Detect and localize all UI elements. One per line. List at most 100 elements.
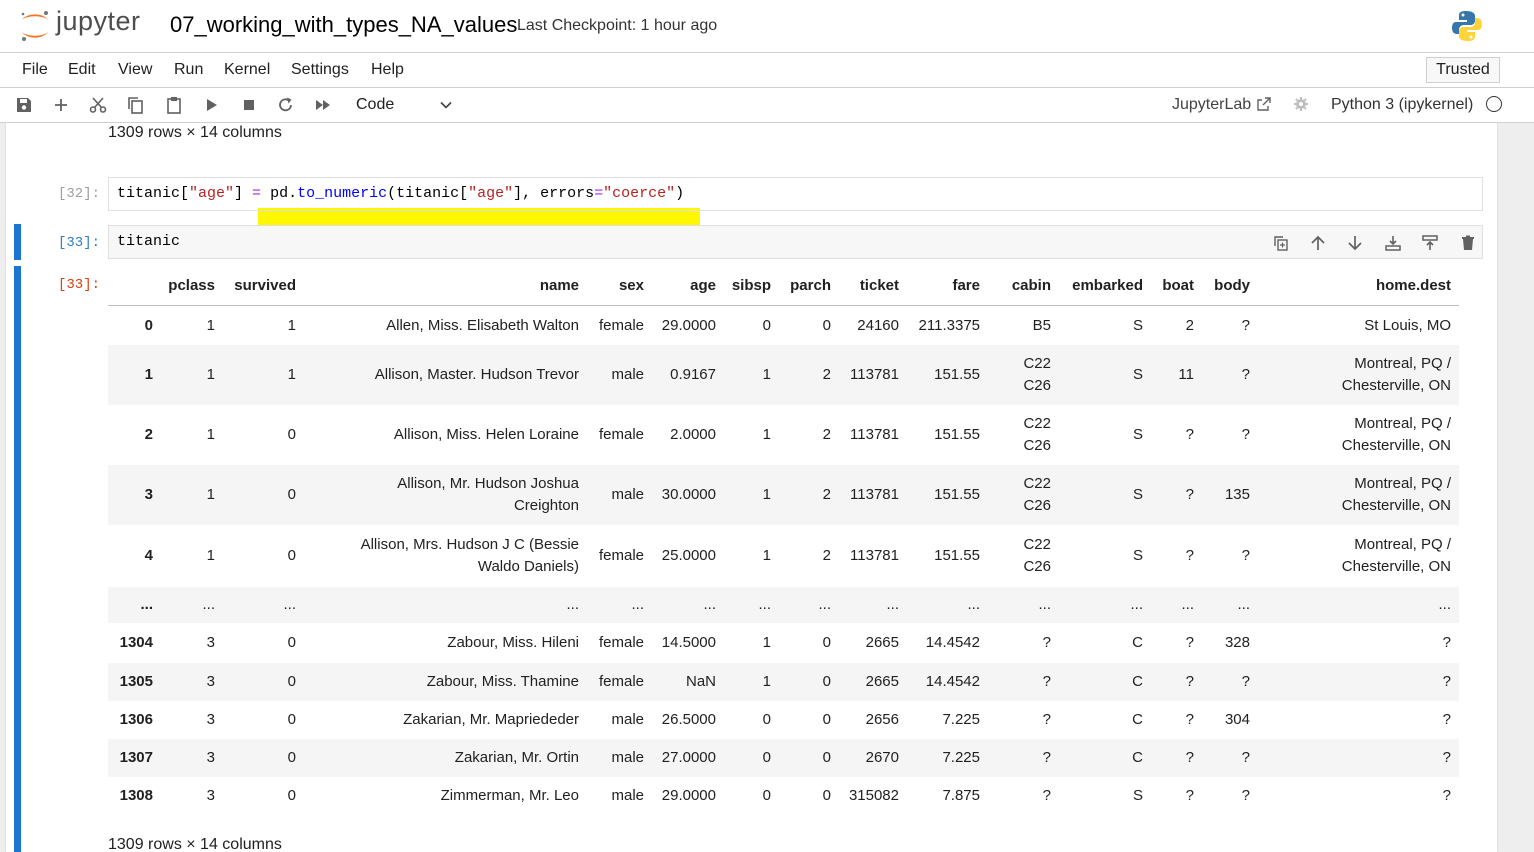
column-header-name: name <box>539 277 579 294</box>
cell-body: ? <box>1197 345 1250 405</box>
copy-icon[interactable] <box>125 95 145 115</box>
cell-index: 4 <box>108 525 153 587</box>
name-value: Zakarian, Mr. Ortin <box>454 749 579 766</box>
move-up-icon[interactable] <box>1309 234 1327 252</box>
sibsp-value: 0 <box>762 317 771 334</box>
cell-embarked: S <box>1054 405 1143 465</box>
save-icon[interactable] <box>14 95 34 115</box>
table-header-row: pclass survived name sex age sibsp parch ticket… <box>108 273 1459 299</box>
cell-name: Allison, Mr. Hudson Joshua Creighton <box>300 465 579 525</box>
jupyter-logo-icon[interactable] <box>18 8 52 44</box>
stop-icon[interactable] <box>239 95 259 115</box>
duplicate-cell-icon[interactable] <box>1272 234 1290 252</box>
ticket-value: ... <box>886 596 899 613</box>
cell-33-prompt: [33]: <box>57 235 100 251</box>
add-cell-icon[interactable] <box>51 95 71 115</box>
menu-edit[interactable]: Edit <box>68 61 96 79</box>
table-row: 1306 3 0 Zakarian, Mr. Mapriededer male 26.50… <box>108 701 1459 739</box>
cell-ticket: 2670 <box>834 739 899 777</box>
menu-settings[interactable]: Settings <box>291 61 349 79</box>
index-value: 2 <box>144 426 153 443</box>
cell-survived: 0 <box>218 623 296 663</box>
fast-forward-icon[interactable] <box>313 95 333 115</box>
cell-embarked: C <box>1054 739 1143 777</box>
cell-sibsp: 0 <box>719 701 771 739</box>
insert-below-icon[interactable] <box>1384 234 1402 252</box>
cell-pclass: 1 <box>156 345 215 405</box>
survived-value: 1 <box>287 366 296 383</box>
name-value: Allison, Mr. Hudson Joshua Creighton <box>397 475 579 514</box>
header-divider <box>108 305 1459 306</box>
body-value: ? <box>1241 787 1250 804</box>
menu-kernel[interactable]: Kernel <box>224 61 270 79</box>
code-cell-33[interactable]: titanic <box>108 225 1483 259</box>
sibsp-value: 1 <box>762 486 771 503</box>
code-cell-32[interactable]: titanic["age"] = pd.to_numeric(titanic["… <box>108 177 1483 211</box>
cell-embarked: ... <box>1054 587 1143 623</box>
chevron-down-icon[interactable] <box>438 97 454 113</box>
cell-body: 135 <box>1197 465 1250 525</box>
age-value: 14.5000 <box>661 634 716 651</box>
notebook-title[interactable]: 07_working_with_types_NA_values <box>170 12 517 38</box>
column-header-sibsp: sibsp <box>731 277 771 294</box>
cabin-value: C22 C26 <box>1023 415 1051 454</box>
delete-cell-icon[interactable] <box>1459 234 1477 252</box>
external-link-icon[interactable] <box>1256 96 1272 112</box>
trusted-indicator[interactable]: Trusted <box>1426 57 1500 83</box>
insert-above-icon[interactable] <box>1421 234 1439 252</box>
cell-parch: 2 <box>774 465 831 525</box>
paste-icon[interactable] <box>164 95 184 115</box>
cell-age: 14.5000 <box>647 623 716 663</box>
cell-parch: 0 <box>774 701 831 739</box>
cell-body: ? <box>1197 405 1250 465</box>
gear-icon[interactable] <box>1293 96 1309 112</box>
cell-body: ? <box>1197 525 1250 587</box>
cell-home-dest: ? <box>1253 777 1451 815</box>
parch-value: 0 <box>822 787 831 804</box>
boat-value: ? <box>1185 749 1194 766</box>
cell-home-dest: Montreal, PQ / Chesterville, ON <box>1253 525 1451 587</box>
table-row: 1307 3 0 Zakarian, Mr. Ortin male 27.0000 0 0 26… <box>108 739 1459 777</box>
cell-type-select[interactable]: Code <box>356 96 394 114</box>
notebook-area[interactable]: 1309 rows × 14 columns [32]: titanic["ag… <box>0 123 1534 852</box>
cell-sex: male <box>582 739 644 777</box>
boat-value: ? <box>1185 673 1194 690</box>
cell-ticket: 113781 <box>834 345 899 405</box>
cell-pclass: 1 <box>156 307 215 345</box>
sibsp-value: 1 <box>762 673 771 690</box>
kernel-name[interactable]: Python 3 (ipykernel) <box>1331 96 1473 114</box>
age-value: 27.0000 <box>661 749 716 766</box>
cell-home-dest: Montreal, PQ / Chesterville, ON <box>1253 465 1451 525</box>
sibsp-value: 1 <box>762 634 771 651</box>
cell-boat: ? <box>1146 465 1194 525</box>
column-header-index <box>108 273 153 299</box>
menu-help[interactable]: Help <box>371 61 404 79</box>
jupyterlab-link[interactable]: JupyterLab <box>1172 96 1251 114</box>
move-down-icon[interactable] <box>1346 234 1364 252</box>
cell-ticket: 24160 <box>834 307 899 345</box>
cell-home-dest: ... <box>1253 587 1451 623</box>
menu-run[interactable]: Run <box>174 61 203 79</box>
run-icon[interactable] <box>201 95 221 115</box>
age-value: NaN <box>685 673 716 690</box>
last-checkpoint: Last Checkpoint: 1 hour ago <box>517 17 718 34</box>
cell-fare: 7.875 <box>902 777 980 815</box>
restart-icon[interactable] <box>276 95 296 115</box>
cell-sibsp: 1 <box>719 345 771 405</box>
cell-sex: ... <box>582 587 644 623</box>
cell-survived: 1 <box>218 345 296 405</box>
embarked-value: C <box>1132 634 1143 651</box>
menu-view[interactable]: View <box>118 61 152 79</box>
cabin-value: C22 C26 <box>1023 536 1051 575</box>
home-dest-value: ? <box>1442 749 1451 766</box>
name-value: Zakarian, Mr. Mapriededer <box>403 711 579 728</box>
cut-icon[interactable] <box>88 95 108 115</box>
boat-value: 2 <box>1185 317 1194 334</box>
notebook-toolbar: Code JupyterLab Python 3 (ipykernel) <box>0 88 1534 123</box>
cell-boat: 11 <box>1146 345 1194 405</box>
python-logo-icon <box>1452 11 1482 41</box>
menu-file[interactable]: File <box>22 61 48 79</box>
column-header-cabin: cabin <box>1011 277 1051 294</box>
cell-embarked: S <box>1054 777 1143 815</box>
cabin-value: ? <box>1042 787 1051 804</box>
